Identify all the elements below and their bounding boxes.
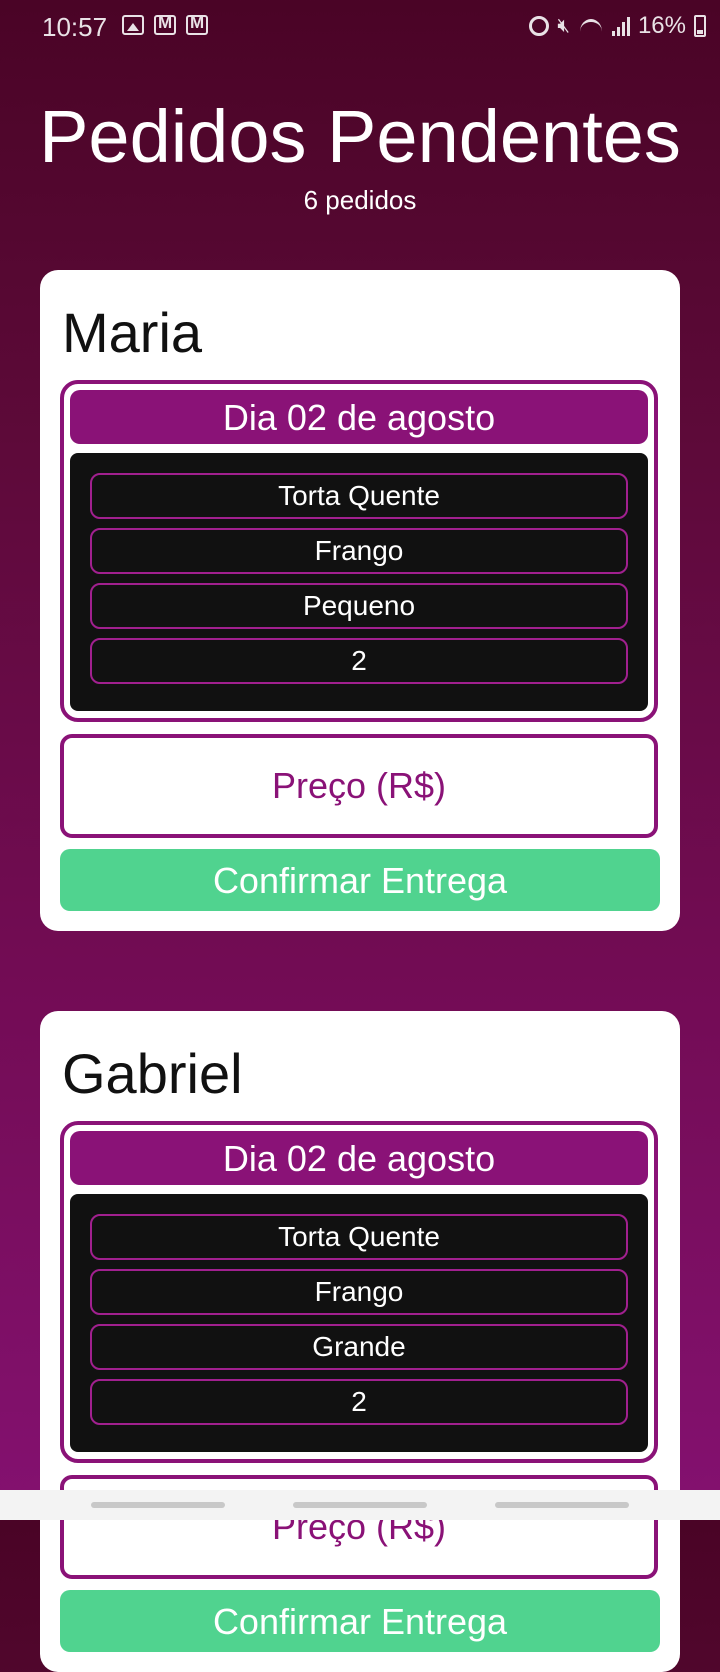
order-items: Torta Quente Frango Grande 2 (70, 1194, 648, 1452)
customer-name: Gabriel (62, 1042, 243, 1105)
order-card: Gabriel Dia 02 de agosto Torta Quente Fr… (40, 1011, 680, 1672)
system-icons: 🔇︎ 16% (529, 12, 706, 40)
nav-back-button[interactable] (495, 1502, 629, 1508)
item-quantity: 2 (90, 1379, 628, 1425)
gallery-icon (122, 15, 144, 35)
item-size: Pequeno (90, 583, 628, 629)
customer-name: Maria (62, 301, 203, 364)
gmail-icon (186, 13, 208, 35)
battery-percent: 16% (637, 12, 686, 39)
signal-icon (611, 16, 630, 36)
nav-recent-button[interactable] (91, 1502, 225, 1508)
gmail-icon (154, 13, 176, 35)
order-details: Dia 02 de agosto Torta Quente Frango Peq… (60, 380, 658, 722)
wifi-icon (578, 17, 604, 35)
notification-icons (122, 13, 208, 35)
item-flavor: Frango (90, 528, 628, 574)
confirm-delivery-button[interactable]: Confirmar Entrega (60, 849, 660, 911)
battery-icon (694, 15, 706, 37)
order-items: Torta Quente Frango Pequeno 2 (70, 453, 648, 711)
order-date: Dia 02 de agosto (70, 390, 648, 444)
item-flavor: Frango (90, 1269, 628, 1315)
order-card: Maria Dia 02 de agosto Torta Quente Fran… (40, 270, 680, 931)
confirm-delivery-button[interactable]: Confirmar Entrega (60, 1590, 660, 1652)
item-product: Torta Quente (90, 473, 628, 519)
status-bar: 10:57 🔇︎ 16% (0, 0, 720, 56)
item-size: Grande (90, 1324, 628, 1370)
nav-home-button[interactable] (293, 1502, 427, 1508)
item-quantity: 2 (90, 638, 628, 684)
order-details: Dia 02 de agosto Torta Quente Frango Gra… (60, 1121, 658, 1463)
order-date: Dia 02 de agosto (70, 1131, 648, 1185)
alarm-icon (529, 16, 550, 36)
mute-icon: 🔇︎ (557, 14, 570, 37)
order-count: 6 pedidos (303, 185, 417, 215)
page-title: Pedidos Pendentes (39, 95, 681, 178)
price-input[interactable]: Preço (R$) (60, 734, 658, 838)
status-time: 10:57 (42, 12, 108, 42)
system-nav-bar (0, 1490, 720, 1520)
item-product: Torta Quente (90, 1214, 628, 1260)
